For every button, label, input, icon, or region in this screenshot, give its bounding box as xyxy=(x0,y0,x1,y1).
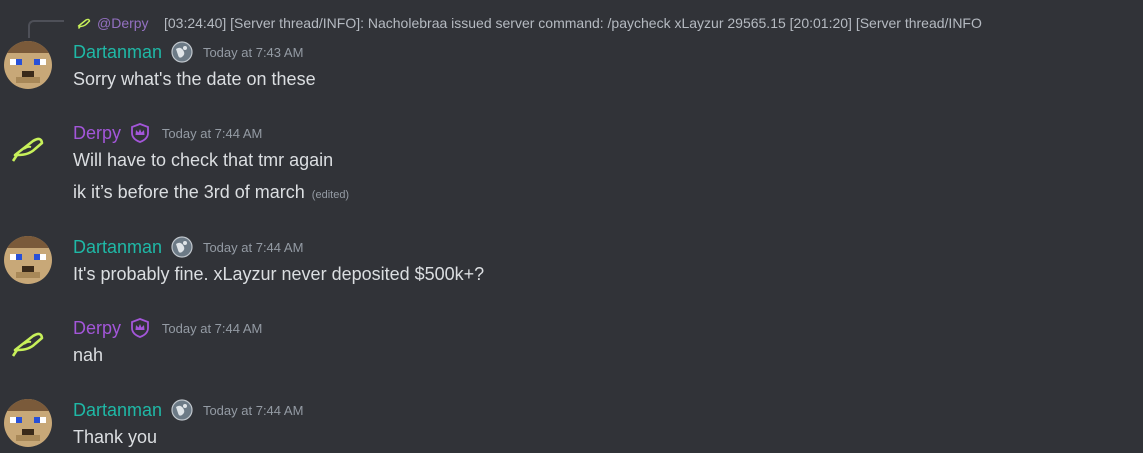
message-text: It's probably fine. xLayzur never deposi… xyxy=(73,264,485,284)
reply-author[interactable]: @Derpy xyxy=(97,12,149,34)
message-text: Will have to check that tmr again xyxy=(73,150,334,170)
edited-label: (edited) xyxy=(311,189,350,201)
avatar[interactable] xyxy=(4,317,52,365)
globe-badge-icon[interactable] xyxy=(170,41,193,63)
pixel-face-avatar xyxy=(4,399,52,447)
username[interactable]: Derpy xyxy=(73,123,121,143)
message-text-content: ik it’s before the 3rd of march xyxy=(73,182,305,202)
timestamp[interactable]: Today at 7:44 AM xyxy=(203,240,303,255)
pixel-face-avatar xyxy=(4,41,52,89)
pixel-face-avatar xyxy=(4,236,52,284)
crown-shield-icon[interactable] xyxy=(129,317,151,339)
message-text: nah xyxy=(73,345,104,365)
bird-icon xyxy=(77,18,91,29)
timestamp[interactable]: Today at 7:44 AM xyxy=(162,321,262,336)
timestamp[interactable]: Today at 7:44 AM xyxy=(162,126,262,141)
timestamp[interactable]: Today at 7:44 AM xyxy=(203,403,303,418)
globe-badge-icon[interactable] xyxy=(170,399,193,421)
avatar[interactable] xyxy=(4,122,52,170)
avatar[interactable] xyxy=(4,41,52,89)
message-header: Derpy Today at 7:44 AM xyxy=(73,122,262,144)
message-header: Dartanman Today at 7:43 AM xyxy=(73,41,303,63)
username[interactable]: Dartanman xyxy=(73,42,162,62)
message-text: Thank you xyxy=(73,427,158,447)
message-header: Derpy Today at 7:44 AM xyxy=(73,317,262,339)
username[interactable]: Derpy xyxy=(73,318,121,338)
timestamp[interactable]: Today at 7:43 AM xyxy=(203,45,303,60)
bird-icon xyxy=(11,137,44,162)
avatar[interactable] xyxy=(4,236,52,284)
username[interactable]: Dartanman xyxy=(73,237,162,257)
globe-badge-icon[interactable] xyxy=(170,236,193,258)
message-header: Dartanman Today at 7:44 AM xyxy=(73,399,303,421)
bird-icon xyxy=(11,332,44,357)
message-text: Sorry what's the date on these xyxy=(73,69,316,89)
message-header: Dartanman Today at 7:44 AM xyxy=(73,236,303,258)
message-text: ik it’s before the 3rd of march (edited) xyxy=(73,180,349,207)
crown-shield-icon[interactable] xyxy=(129,122,151,144)
avatar[interactable] xyxy=(4,399,52,447)
reply-text[interactable]: [03:24:40] [Server thread/INFO]: Nachole… xyxy=(164,12,982,34)
reply-preview[interactable]: @Derpy [03:24:40] [Server thread/INFO]: … xyxy=(0,12,1143,34)
username[interactable]: Dartanman xyxy=(73,400,162,420)
chat-messages: @Derpy [03:24:40] [Server thread/INFO]: … xyxy=(0,0,1143,453)
